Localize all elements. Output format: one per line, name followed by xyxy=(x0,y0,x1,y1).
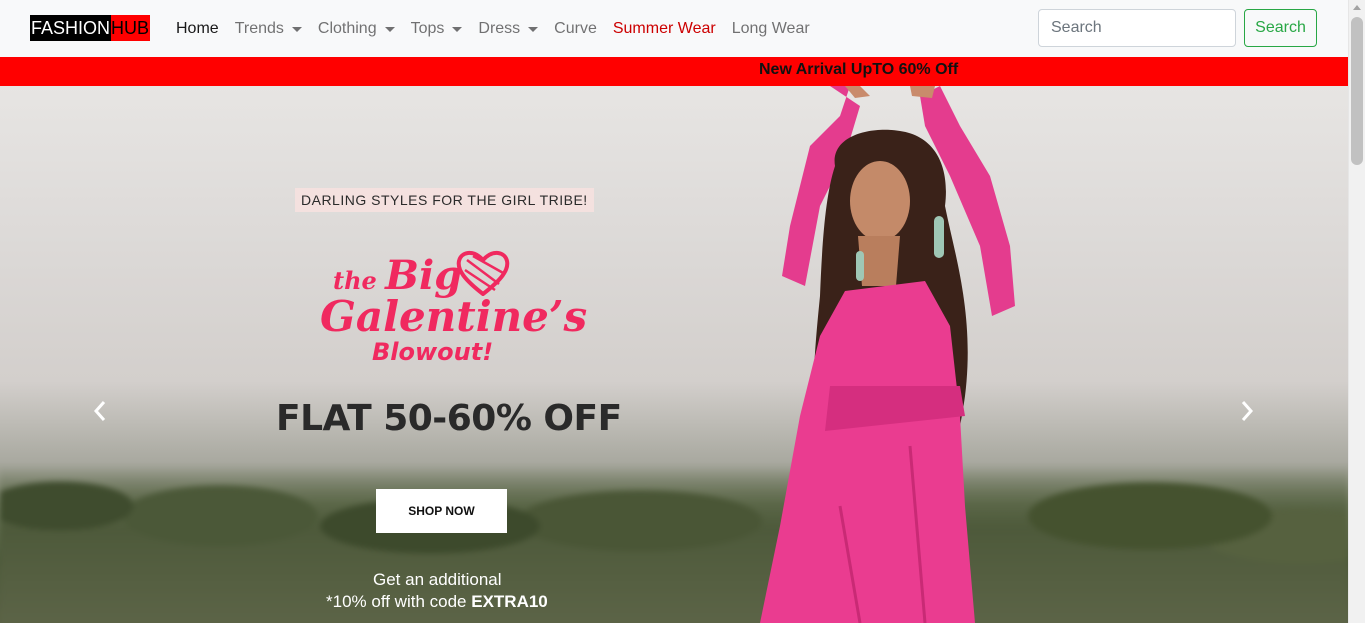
shop-now-button[interactable]: SHOP NOW xyxy=(376,489,507,533)
nav-trends-label: Trends xyxy=(234,19,284,37)
nav-trends[interactable]: Trends xyxy=(227,20,310,38)
banner-tagline: DARLING STYLES FOR THE GIRL TRIBE! xyxy=(295,188,594,212)
extra-offer-text: *10% off with code xyxy=(326,592,472,611)
banner-offer: FLAT 50-60% OFF xyxy=(276,398,622,439)
nav-clothing[interactable]: Clothing xyxy=(310,20,403,38)
chevron-down-icon xyxy=(528,27,539,32)
banner-title-line3: Blowout! xyxy=(372,338,494,366)
nav-dress[interactable]: Dress xyxy=(470,20,546,38)
banner-title-line2: Galentine’s xyxy=(320,292,588,341)
nav-summer-wear-label: Summer Wear xyxy=(612,19,716,37)
nav-dress-label: Dress xyxy=(478,19,521,37)
extra-offer-line2: *10% off with code EXTRA10 xyxy=(326,592,548,612)
model-image xyxy=(760,86,1015,623)
chevron-left-icon[interactable] xyxy=(90,398,110,424)
navbar: FASHION HUB Home Trends Clothing Tops Dre… xyxy=(0,0,1348,57)
chevron-down-icon xyxy=(291,27,302,32)
nav-home-label: Home xyxy=(176,19,219,37)
background-trees xyxy=(0,466,1348,623)
nav-curve-label: Curve xyxy=(554,19,597,37)
main-nav: Home Trends Clothing Tops Dress Curve Su… xyxy=(168,0,818,57)
scroll-thumb[interactable] xyxy=(1351,17,1363,165)
promo-banner: New Arrival UpTO 60% Off xyxy=(0,57,1348,86)
chevron-down-icon xyxy=(452,27,463,32)
heart-icon xyxy=(456,251,510,296)
promo-text: New Arrival UpTO 60% Off xyxy=(759,61,959,78)
promo-code: EXTRA10 xyxy=(471,592,548,611)
nav-tops[interactable]: Tops xyxy=(403,20,471,38)
brand-part2: HUB xyxy=(111,15,151,41)
brand-logo[interactable]: FASHION HUB xyxy=(30,15,151,41)
nav-summer-wear[interactable]: Summer Wear xyxy=(605,20,724,38)
chevron-down-icon xyxy=(384,27,395,32)
scroll-up-icon[interactable] xyxy=(1353,5,1361,10)
nav-long-wear[interactable]: Long Wear xyxy=(724,20,818,38)
search-button[interactable]: Search xyxy=(1244,9,1317,47)
nav-long-wear-label: Long Wear xyxy=(731,19,810,37)
extra-offer-line1: Get an additional xyxy=(373,570,502,589)
chevron-right-icon[interactable] xyxy=(1237,398,1257,424)
nav-tops-label: Tops xyxy=(410,19,445,37)
nav-home[interactable]: Home xyxy=(168,20,227,38)
page-scrollbar[interactable] xyxy=(1348,0,1365,623)
nav-curve[interactable]: Curve xyxy=(546,20,605,38)
nav-clothing-label: Clothing xyxy=(317,19,377,37)
banner-title-small: the xyxy=(333,266,386,295)
search-input[interactable] xyxy=(1038,9,1236,47)
brand-part1: FASHION xyxy=(30,15,112,41)
hero-carousel: DARLING STYLES FOR THE GIRL TRIBE! the B… xyxy=(0,86,1348,623)
